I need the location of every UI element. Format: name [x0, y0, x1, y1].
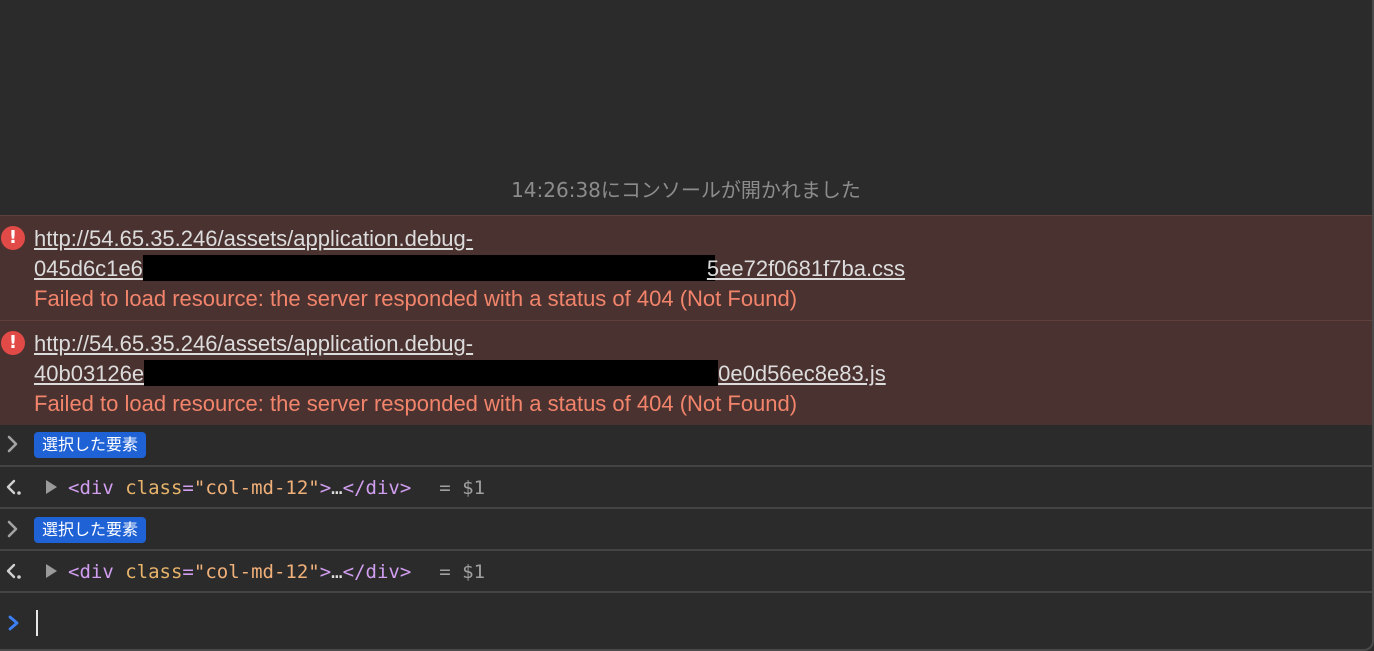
url-suffix: 5ee72f0681f7ba.css	[706, 256, 906, 281]
resource-url-link-continued[interactable]: 045d6c1e6 5ee72f0681f7ba.css	[34, 254, 905, 284]
attr-name: class	[125, 477, 183, 499]
end-tag: </div>	[342, 561, 412, 583]
text-caret	[36, 610, 38, 636]
saved-result-ref: = $1	[439, 561, 486, 583]
url-prefix: 40b03126e	[34, 361, 145, 386]
error-icon: !	[1, 226, 25, 250]
tag-close: >	[319, 477, 332, 499]
tag-open: <div	[68, 561, 114, 583]
saved-result-ref: = $1	[439, 477, 486, 499]
error-text-block: http://54.65.35.246/assets/application.d…	[34, 224, 905, 314]
resource-url-link-continued[interactable]: 40b03126e 0e0d56ec8e83.js	[34, 359, 886, 389]
redaction-bar	[142, 255, 715, 281]
resource-url-link[interactable]: http://54.65.35.246/assets/application.d…	[34, 329, 886, 359]
url-suffix: 0e0d56ec8e83.js	[718, 361, 886, 386]
error-icon: !	[1, 331, 25, 355]
error-message: Failed to load resource: the server resp…	[34, 391, 798, 416]
attr-eq: =	[182, 561, 194, 583]
console-error-message[interactable]: ! http://54.65.35.246/assets/application…	[0, 215, 1372, 320]
resource-url-link[interactable]: http://54.65.35.246/assets/application.d…	[34, 224, 905, 254]
console-result-entry[interactable]: <div class="col-md-12">…</div> = $1	[0, 551, 1372, 593]
error-message: Failed to load resource: the server resp…	[34, 286, 798, 311]
chevron-right-icon	[6, 518, 24, 540]
console-error-message[interactable]: ! http://54.65.35.246/assets/application…	[0, 320, 1372, 425]
disclosure-triangle-icon[interactable]	[44, 478, 58, 496]
attr-eq: =	[182, 477, 194, 499]
attr-name: class	[125, 561, 183, 583]
console-input-entry[interactable]: 選択した要素	[0, 509, 1372, 551]
error-text-block: http://54.65.35.246/assets/application.d…	[34, 329, 886, 419]
prompt-chevron-icon	[8, 615, 19, 631]
return-value-icon	[6, 563, 21, 579]
console-result-entry[interactable]: <div class="col-md-12">…</div> = $1	[0, 467, 1372, 509]
dom-node-preview[interactable]: <div class="col-md-12">…</div> = $1	[68, 473, 485, 503]
redaction-bar	[144, 360, 719, 386]
chevron-right-icon	[6, 433, 24, 455]
end-tag: </div>	[342, 477, 412, 499]
console-input-entry[interactable]: 選択した要素	[0, 424, 1372, 467]
attr-value: "col-md-12"	[193, 561, 320, 583]
dom-node-preview[interactable]: <div class="col-md-12">…</div> = $1	[68, 557, 485, 587]
console-opened-note: 14:26:38にコンソールが開かれました	[511, 178, 861, 202]
attr-value: "col-md-12"	[193, 477, 320, 499]
return-value-icon	[6, 479, 21, 495]
disclosure-triangle-icon[interactable]	[44, 562, 58, 580]
collapsed-ellipsis: …	[331, 561, 343, 583]
url-prefix: 045d6c1e6	[34, 256, 143, 281]
collapsed-ellipsis: …	[331, 477, 343, 499]
tag-open: <div	[68, 477, 114, 499]
web-inspector-console: 14:26:38にコンソールが開かれました ! http://54.65.35.…	[0, 0, 1374, 651]
selected-element-badge[interactable]: 選択した要素	[34, 432, 147, 458]
selected-element-badge[interactable]: 選択した要素	[34, 517, 147, 543]
console-prompt[interactable]	[0, 600, 1372, 648]
tag-close: >	[319, 561, 332, 583]
